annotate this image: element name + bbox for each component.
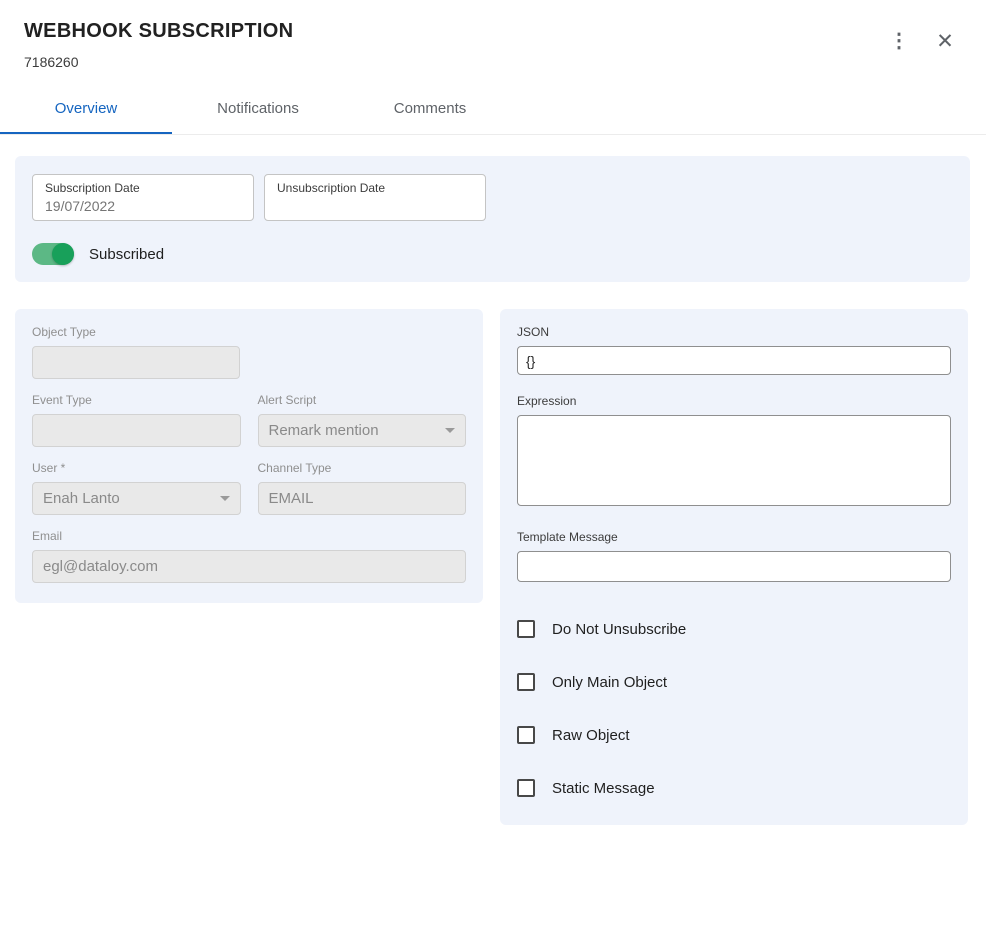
- checkbox-icon: [517, 620, 535, 638]
- checkbox-do-not-unsubscribe[interactable]: Do Not Unsubscribe: [517, 620, 951, 638]
- template-message-input[interactable]: [517, 551, 951, 582]
- more-options-button[interactable]: ⋮: [882, 24, 916, 58]
- template-message-label: Template Message: [517, 530, 951, 544]
- checkbox-raw-object[interactable]: Raw Object: [517, 726, 951, 744]
- header-actions: ⋮ ✕: [882, 20, 962, 58]
- template-message-group: Template Message: [517, 530, 951, 582]
- close-icon: ✕: [936, 31, 954, 52]
- user-channel-row: User * Enah Lanto Channel Type EMAIL: [32, 461, 466, 529]
- close-button[interactable]: ✕: [928, 24, 962, 58]
- record-id: 7186260: [24, 54, 293, 70]
- checkbox-group: Do Not Unsubscribe Only Main Object Raw …: [517, 620, 951, 797]
- checkbox-label: Do Not Unsubscribe: [552, 621, 686, 638]
- email-group: Email egl@dataloy.com: [32, 529, 466, 583]
- email-input: egl@dataloy.com: [32, 550, 466, 583]
- alert-script-select: Remark mention: [258, 414, 467, 447]
- chevron-down-icon: [445, 428, 455, 433]
- event-type-input: [32, 414, 241, 447]
- toggle-knob: [52, 243, 74, 265]
- user-group: User * Enah Lanto: [32, 461, 241, 515]
- checkbox-label: Raw Object: [552, 727, 630, 744]
- subscribed-toggle-row: Subscribed: [32, 243, 953, 265]
- tab-bar: Overview Notifications Comments: [0, 86, 986, 135]
- subscription-panel: Subscription Date 19/07/2022 Unsubscript…: [15, 156, 970, 282]
- json-group: JSON: [517, 325, 951, 375]
- object-type-group: Object Type: [32, 325, 466, 379]
- email-value: egl@dataloy.com: [43, 558, 158, 575]
- channel-type-value: EMAIL: [269, 490, 314, 507]
- event-alert-row: Event Type Alert Script Remark mention: [32, 393, 466, 461]
- subscribed-toggle[interactable]: [32, 243, 74, 265]
- channel-type-input: EMAIL: [258, 482, 467, 515]
- page-title: WEBHOOK SUBSCRIPTION: [24, 20, 293, 43]
- alert-script-label: Alert Script: [258, 393, 467, 407]
- tab-overview[interactable]: Overview: [0, 86, 172, 134]
- overview-tab-content: Subscription Date 19/07/2022 Unsubscript…: [0, 135, 986, 825]
- alert-script-value: Remark mention: [269, 422, 379, 439]
- subscription-date-label: Subscription Date: [45, 181, 241, 195]
- channel-type-group: Channel Type EMAIL: [258, 461, 467, 529]
- unsubscription-date-field[interactable]: Unsubscription Date: [264, 174, 486, 221]
- kebab-menu-icon: ⋮: [889, 31, 909, 51]
- email-label: Email: [32, 529, 466, 543]
- expression-textarea[interactable]: [517, 415, 951, 506]
- channel-type-label: Channel Type: [258, 461, 467, 475]
- expression-group: Expression: [517, 394, 951, 511]
- header-text: WEBHOOK SUBSCRIPTION 7186260: [24, 20, 293, 70]
- subscribed-label: Subscribed: [89, 246, 164, 263]
- unsubscription-date-value: [277, 198, 473, 214]
- details-panel: Object Type Event Type Alert Script Rema…: [15, 309, 483, 603]
- checkbox-static-message[interactable]: Static Message: [517, 779, 951, 797]
- checkbox-only-main-object[interactable]: Only Main Object: [517, 673, 951, 691]
- object-type-input: [32, 346, 240, 379]
- dialog-header: WEBHOOK SUBSCRIPTION 7186260 ⋮ ✕: [0, 0, 986, 70]
- tab-comments[interactable]: Comments: [344, 86, 516, 134]
- event-type-group: Event Type: [32, 393, 241, 447]
- checkbox-icon: [517, 726, 535, 744]
- user-label: User *: [32, 461, 241, 475]
- checkbox-icon: [517, 673, 535, 691]
- alert-script-group: Alert Script Remark mention: [258, 393, 467, 461]
- checkbox-icon: [517, 779, 535, 797]
- event-type-label: Event Type: [32, 393, 241, 407]
- message-panel: JSON Expression Template Message Do Not …: [500, 309, 968, 825]
- subscription-date-field[interactable]: Subscription Date 19/07/2022: [32, 174, 254, 221]
- user-value: Enah Lanto: [43, 490, 120, 507]
- content-columns: Object Type Event Type Alert Script Rema…: [15, 309, 970, 825]
- object-type-label: Object Type: [32, 325, 466, 339]
- expression-label: Expression: [517, 394, 951, 408]
- checkbox-label: Static Message: [552, 780, 655, 797]
- json-input[interactable]: [517, 346, 951, 375]
- unsubscription-date-label: Unsubscription Date: [277, 181, 473, 195]
- subscription-date-value: 19/07/2022: [45, 198, 241, 214]
- chevron-down-icon: [220, 496, 230, 501]
- checkbox-label: Only Main Object: [552, 674, 667, 691]
- user-select: Enah Lanto: [32, 482, 241, 515]
- json-label: JSON: [517, 325, 951, 339]
- tab-notifications[interactable]: Notifications: [172, 86, 344, 134]
- date-fields: Subscription Date 19/07/2022 Unsubscript…: [32, 174, 953, 221]
